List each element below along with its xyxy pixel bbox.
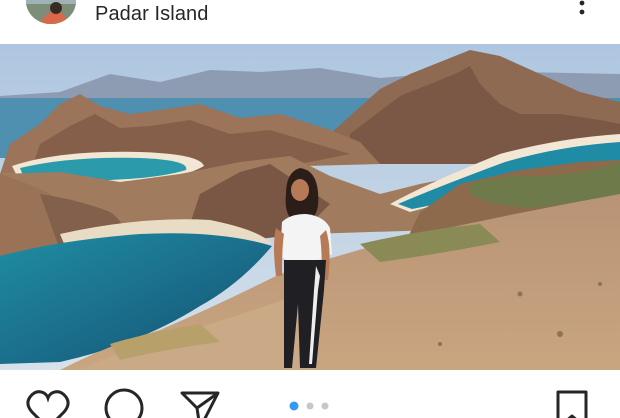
- carousel-dot[interactable]: [321, 402, 329, 410]
- send-icon[interactable]: [178, 388, 222, 418]
- comment-icon[interactable]: [102, 388, 146, 418]
- post-image[interactable]: [0, 44, 620, 370]
- more-vertical-icon[interactable]: [577, 0, 587, 16]
- avatar-photo: [26, 0, 76, 24]
- carousel-indicator: [289, 401, 329, 411]
- bookmark-icon[interactable]: [550, 388, 594, 418]
- heart-icon[interactable]: [26, 388, 70, 418]
- avatar[interactable]: [26, 0, 76, 24]
- post-location[interactable]: Padar Island: [95, 3, 209, 26]
- landscape-photo: [0, 44, 620, 370]
- carousel-dot[interactable]: [306, 402, 314, 410]
- post-header: Padar Island: [0, 0, 620, 44]
- carousel-dot-active[interactable]: [289, 401, 299, 411]
